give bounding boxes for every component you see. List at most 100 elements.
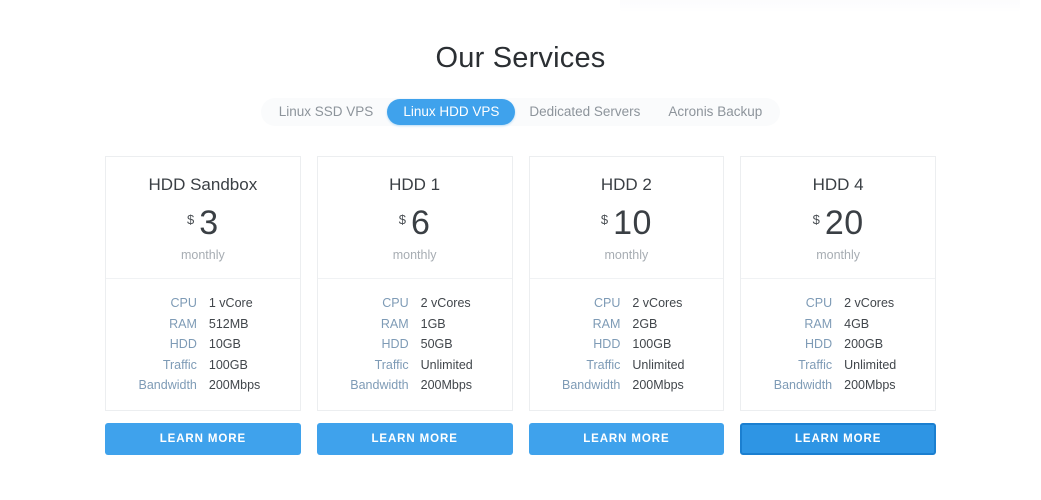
spec-row: Traffic Unlimited bbox=[318, 355, 512, 376]
pricing-card: HDD 2 $10 monthly CPU 2 vCores RAM 2GB HDD 100GB… bbox=[528, 155, 725, 455]
plan-price: $10 bbox=[540, 204, 714, 243]
billing-period: monthly bbox=[180, 248, 225, 263]
tab-linux-hdd-vps[interactable]: Linux HDD VPS bbox=[387, 98, 516, 125]
currency-symbol: $ bbox=[398, 212, 407, 228]
spec-row: Traffic 100GB bbox=[106, 355, 300, 376]
plan-name: HDD 2 bbox=[600, 174, 652, 194]
spec-label: Traffic bbox=[798, 357, 833, 372]
plan-spec-list: CPU 2 vCores RAM 4GB HDD 200GB Traffic Unlimite… bbox=[741, 279, 935, 410]
spec-label: RAM bbox=[169, 316, 197, 331]
spec-value: 200Mbps bbox=[632, 378, 684, 393]
plan-name: HDD 4 bbox=[812, 174, 864, 194]
spec-value: 2GB bbox=[632, 316, 658, 331]
tab-dedicated-servers[interactable]: Dedicated Servers bbox=[515, 99, 654, 125]
plan-header: HDD 4 $20 monthly bbox=[741, 157, 935, 280]
currency-symbol: $ bbox=[812, 212, 820, 228]
spec-label: RAM bbox=[592, 316, 621, 331]
spec-row: Traffic Unlimited bbox=[530, 355, 724, 376]
plan-card-body: HDD 2 $10 monthly CPU 2 vCores RAM 2GB HDD 100GB… bbox=[528, 155, 725, 411]
spec-value: 2 vCores bbox=[632, 296, 683, 311]
currency-symbol: $ bbox=[600, 212, 609, 228]
spec-label: Bandwidth bbox=[773, 378, 833, 393]
spec-value: 2 vCores bbox=[844, 296, 895, 311]
plan-spec-list: CPU 2 vCores RAM 2GB HDD 100GB Traffic Unlimite… bbox=[530, 279, 724, 410]
currency-symbol: $ bbox=[187, 212, 195, 228]
spec-row: CPU 1 vCore bbox=[106, 293, 300, 314]
spec-value: 100GB bbox=[632, 337, 672, 352]
tab-linux-ssd-vps[interactable]: Linux SSD VPS bbox=[265, 99, 388, 125]
spec-label: Bandwidth bbox=[138, 378, 197, 393]
price-amount: 20 bbox=[824, 204, 864, 243]
plan-name: HDD 1 bbox=[389, 174, 441, 194]
service-category-tabs: Linux SSD VPS Linux HDD VPS Dedicated Serv… bbox=[260, 97, 781, 126]
tab-acronis-backup[interactable]: Acronis Backup bbox=[654, 99, 776, 125]
spec-label: CPU bbox=[805, 296, 833, 311]
spec-value: 200Mbps bbox=[420, 378, 473, 393]
spec-label: CPU bbox=[170, 296, 197, 311]
spec-label: RAM bbox=[380, 316, 409, 331]
spec-label: CPU bbox=[593, 296, 621, 311]
spec-row: HDD 200GB bbox=[741, 334, 935, 355]
plan-card-body: HDD 4 $20 monthly CPU 2 vCores RAM 4GB HDD 200GB… bbox=[740, 155, 936, 411]
plan-spec-list: CPU 1 vCore RAM 512MB HDD 10GB Traffic 100GB Ban… bbox=[106, 279, 300, 410]
spec-row: RAM 4GB bbox=[741, 314, 935, 335]
spec-label: Traffic bbox=[586, 357, 621, 372]
spec-value: 1GB bbox=[420, 316, 446, 331]
spec-value: 50GB bbox=[420, 337, 453, 352]
spec-row: RAM 512MB bbox=[106, 314, 300, 335]
plan-header: HDD Sandbox $3 monthly bbox=[106, 157, 300, 280]
plan-card-body: HDD Sandbox $3 monthly CPU 1 vCore RAM 512MB HD… bbox=[105, 155, 301, 411]
spec-label: Traffic bbox=[374, 357, 409, 372]
pricing-card: HDD 4 $20 monthly CPU 2 vCores RAM 4GB HDD 200GB… bbox=[740, 155, 936, 455]
spec-label: HDD bbox=[805, 337, 833, 352]
top-overlay-band bbox=[620, 0, 1020, 12]
spec-value: 200Mbps bbox=[208, 378, 261, 393]
spec-row: HDD 10GB bbox=[106, 334, 300, 355]
plan-price: $6 bbox=[328, 204, 502, 243]
spec-value: Unlimited bbox=[632, 357, 685, 372]
spec-value: 200Mbps bbox=[844, 378, 896, 393]
spec-value: Unlimited bbox=[844, 357, 897, 372]
plan-card-body: HDD 1 $6 monthly CPU 2 vCores RAM 1GB HDD 50GB Tr… bbox=[316, 155, 513, 411]
spec-row: HDD 50GB bbox=[318, 334, 512, 355]
spec-label: HDD bbox=[593, 337, 621, 352]
spec-row: HDD 100GB bbox=[530, 334, 724, 355]
spec-row: CPU 2 vCores bbox=[530, 293, 724, 314]
pricing-card: HDD 1 $6 monthly CPU 2 vCores RAM 1GB HDD 50GB Tr… bbox=[316, 155, 513, 455]
plan-name: HDD Sandbox bbox=[148, 174, 258, 194]
spec-row: RAM 1GB bbox=[318, 314, 512, 335]
learn-more-button[interactable]: LEARN MORE bbox=[528, 422, 725, 455]
spec-value: 2 vCores bbox=[420, 296, 471, 311]
spec-label: Bandwidth bbox=[562, 378, 621, 393]
spec-row: RAM 2GB bbox=[530, 314, 724, 335]
billing-period: monthly bbox=[604, 248, 649, 263]
pricing-cards-grid: HDD Sandbox $3 monthly CPU 1 vCore RAM 512MB HD… bbox=[0, 155, 1041, 455]
learn-more-button[interactable]: LEARN MORE bbox=[316, 422, 513, 455]
learn-more-button[interactable]: LEARN MORE bbox=[740, 422, 936, 455]
learn-more-button[interactable]: LEARN MORE bbox=[105, 422, 301, 455]
spec-label: HDD bbox=[169, 337, 197, 352]
plan-spec-list: CPU 2 vCores RAM 1GB HDD 50GB Traffic Unlimited… bbox=[318, 279, 512, 410]
price-amount: 3 bbox=[199, 204, 219, 243]
tabs-container: Linux SSD VPS Linux HDD VPS Dedicated Serv… bbox=[0, 97, 1041, 126]
spec-value: 512MB bbox=[208, 316, 249, 331]
spec-label: RAM bbox=[804, 316, 833, 331]
price-amount: 10 bbox=[613, 204, 652, 243]
spec-value: 100GB bbox=[208, 357, 248, 372]
pricing-card: HDD Sandbox $3 monthly CPU 1 vCore RAM 512MB HD… bbox=[105, 155, 301, 455]
spec-value: 1 vCore bbox=[208, 296, 253, 311]
spec-label: Traffic bbox=[162, 357, 197, 372]
price-amount: 6 bbox=[411, 204, 431, 243]
spec-label: CPU bbox=[382, 296, 409, 311]
spec-value: Unlimited bbox=[420, 357, 473, 372]
spec-row: Bandwidth 200Mbps bbox=[530, 375, 724, 396]
spec-label: HDD bbox=[381, 337, 409, 352]
spec-row: Bandwidth 200Mbps bbox=[318, 375, 512, 396]
spec-row: CPU 2 vCores bbox=[318, 293, 512, 314]
plan-price: $3 bbox=[116, 204, 290, 243]
spec-value: 200GB bbox=[844, 337, 884, 352]
spec-value: 10GB bbox=[208, 337, 241, 352]
spec-value: 4GB bbox=[844, 316, 870, 331]
spec-row: Bandwidth 200Mbps bbox=[106, 375, 300, 396]
plan-price: $20 bbox=[751, 204, 925, 243]
